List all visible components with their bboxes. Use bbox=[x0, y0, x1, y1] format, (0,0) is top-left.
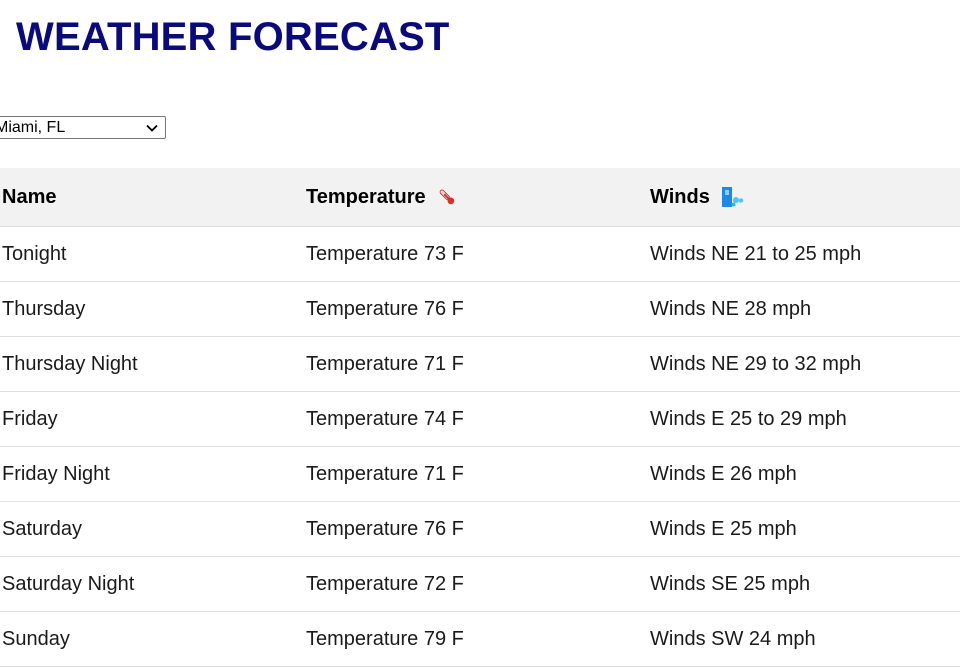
table-row: Thursday Night Temperature 71 F Winds NE 2… bbox=[0, 336, 960, 392]
forecast-table: Name Temperature Winds Tonight Temperatu… bbox=[0, 168, 960, 667]
location-select[interactable]: Miami, FL bbox=[0, 116, 166, 139]
column-header-winds: Winds bbox=[650, 168, 960, 227]
row-name-cell-text: Friday bbox=[2, 407, 58, 430]
row-name-cell-text: Friday Night bbox=[2, 462, 110, 485]
row-name-cell: Friday Night bbox=[0, 446, 306, 502]
row-name-cell: Friday bbox=[0, 391, 306, 447]
table-row: Saturday Night Temperature 72 F Winds SE 2… bbox=[0, 556, 960, 612]
table-row: Friday Temperature 74 F Winds E 25 to 29 m… bbox=[0, 391, 960, 447]
row-winds-cell-text: Winds E 25 to 29 mph bbox=[650, 407, 847, 430]
column-header-name: Name bbox=[0, 168, 306, 227]
row-temperature-cell: Temperature 76 F bbox=[306, 281, 650, 337]
row-winds-cell: Winds NE 28 mph bbox=[650, 281, 960, 337]
row-winds-cell: Winds SE 25 mph bbox=[650, 556, 960, 612]
row-winds-cell: Winds E 26 mph bbox=[650, 446, 960, 502]
row-name-cell: Saturday Night bbox=[0, 556, 306, 612]
row-name-cell-text: Saturday Night bbox=[2, 572, 135, 595]
row-winds-cell-text: Winds NE 29 to 32 mph bbox=[650, 352, 862, 375]
row-winds-cell: Winds E 25 mph bbox=[650, 501, 960, 557]
row-temperature-cell: Temperature 79 F bbox=[306, 611, 650, 667]
table-row: Sunday Temperature 79 F Winds SW 24 mph bbox=[0, 611, 960, 667]
row-name-cell-text: Thursday bbox=[2, 297, 86, 320]
table-row: Saturday Temperature 76 F Winds E 25 mph bbox=[0, 501, 960, 557]
table-row: Thursday Temperature 76 F Winds NE 28 mph bbox=[0, 281, 960, 337]
row-temperature-cell-text: Temperature 76 F bbox=[306, 297, 464, 320]
row-name-cell: Sunday bbox=[0, 611, 306, 667]
row-temperature-cell: Temperature 74 F bbox=[306, 391, 650, 447]
row-winds-cell-text: Winds NE 21 to 25 mph bbox=[650, 242, 862, 265]
row-name-cell-text: Thursday Night bbox=[2, 352, 138, 375]
row-winds-cell-text: Winds SE 25 mph bbox=[650, 572, 811, 595]
row-temperature-cell-text: Temperature 71 F bbox=[306, 352, 464, 375]
table-row: Friday Night Temperature 71 F Winds E 26 m… bbox=[0, 446, 960, 502]
row-name-cell-text: Saturday bbox=[2, 517, 83, 540]
row-name-cell-text: Tonight bbox=[2, 242, 67, 265]
table-row: Tonight Temperature 73 F Winds NE 21 to 25… bbox=[0, 226, 960, 282]
column-header-winds-label: Winds bbox=[650, 185, 710, 208]
row-temperature-cell-text: Temperature 76 F bbox=[306, 517, 464, 540]
row-temperature-cell-text: Temperature 73 F bbox=[306, 242, 464, 265]
row-temperature-cell: Temperature 72 F bbox=[306, 556, 650, 612]
row-name-cell: Thursday bbox=[0, 281, 306, 337]
row-name-cell: Saturday bbox=[0, 501, 306, 557]
row-temperature-cell: Temperature 71 F bbox=[306, 446, 650, 502]
row-temperature-cell-text: Temperature 74 F bbox=[306, 407, 464, 430]
row-winds-cell-text: Winds E 26 mph bbox=[650, 462, 797, 485]
page-title: WEATHER FORECAST bbox=[16, 15, 450, 59]
row-name-cell: Thursday Night bbox=[0, 336, 306, 392]
row-winds-cell: Winds SW 24 mph bbox=[650, 611, 960, 667]
row-name-cell: Tonight bbox=[0, 226, 306, 282]
row-winds-cell: Winds E 25 to 29 mph bbox=[650, 391, 960, 447]
row-temperature-cell: Temperature 73 F bbox=[306, 226, 650, 282]
column-header-temperature-label: Temperature bbox=[306, 185, 426, 208]
row-winds-cell: Winds NE 29 to 32 mph bbox=[650, 336, 960, 392]
row-temperature-cell-text: Temperature 71 F bbox=[306, 462, 464, 485]
row-winds-cell-text: Winds E 25 mph bbox=[650, 517, 797, 540]
row-winds-cell: Winds NE 21 to 25 mph bbox=[650, 226, 960, 282]
row-temperature-cell: Temperature 71 F bbox=[306, 336, 650, 392]
wind-icon bbox=[720, 186, 744, 208]
table-header-row: Name Temperature Winds bbox=[0, 168, 960, 227]
column-header-temperature: Temperature bbox=[306, 168, 650, 227]
row-temperature-cell: Temperature 76 F bbox=[306, 501, 650, 557]
chevron-down-icon bbox=[143, 117, 161, 138]
row-temperature-cell-text: Temperature 72 F bbox=[306, 572, 464, 595]
row-winds-cell-text: Winds NE 28 mph bbox=[650, 297, 812, 320]
location-select-value: Miami, FL bbox=[0, 119, 66, 136]
thermometer-icon bbox=[436, 186, 458, 208]
column-header-name-label: Name bbox=[2, 185, 57, 208]
